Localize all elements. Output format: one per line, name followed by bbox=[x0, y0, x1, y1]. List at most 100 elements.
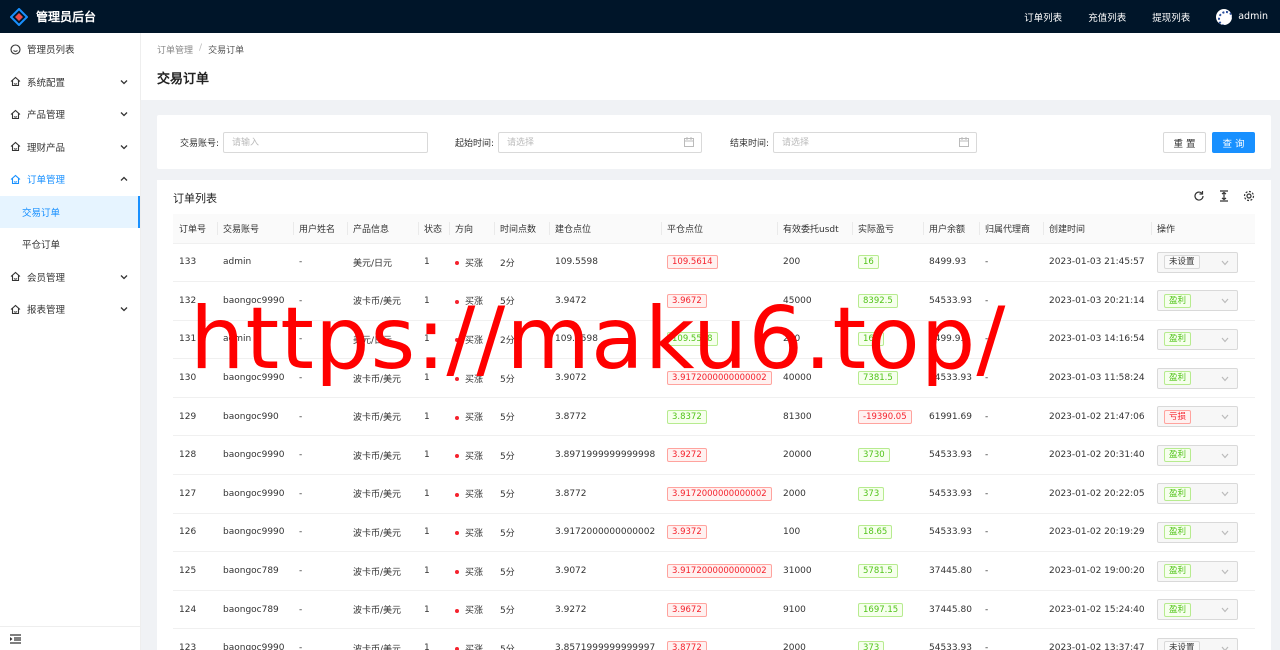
table-row[interactable]: 123 baongoc9990- 波卡币/美元 1 买涨 5分 3.857199999999… bbox=[173, 628, 1255, 650]
home-icon bbox=[10, 76, 21, 87]
sidebar-item-order-management[interactable]: 订单管理 bbox=[0, 163, 140, 196]
reset-button[interactable]: 重 置 bbox=[1163, 132, 1206, 153]
cell-agent: - bbox=[979, 243, 1043, 283]
sidebar-subitem-trade-orders[interactable]: 交易订单 bbox=[0, 195, 140, 228]
cell-close-price: 3.9372 bbox=[661, 513, 777, 553]
cell-direction: 买涨 bbox=[449, 435, 494, 476]
cell-balance: 61991.69 bbox=[923, 397, 979, 437]
end-time-picker[interactable] bbox=[773, 132, 978, 153]
cell-account: baongoc9990 bbox=[217, 358, 293, 398]
operation-select[interactable]: 盈利 bbox=[1157, 290, 1238, 312]
account-input[interactable] bbox=[223, 132, 429, 153]
sidebar-item-report-management[interactable]: 报表管理 bbox=[0, 293, 140, 326]
operation-tag: 亏损 bbox=[1164, 409, 1192, 424]
user-menu[interactable]: admin bbox=[1216, 8, 1268, 25]
start-time-picker[interactable] bbox=[498, 132, 703, 153]
cell-agent: - bbox=[979, 358, 1043, 398]
brand[interactable]: 管理员后台 bbox=[0, 7, 141, 26]
cell-user-name: - bbox=[293, 590, 347, 630]
operation-select[interactable]: 盈利 bbox=[1157, 483, 1238, 505]
chevron-down-icon bbox=[1221, 376, 1229, 382]
direction-text: 买涨 bbox=[465, 335, 484, 346]
operation-select[interactable]: 盈利 bbox=[1157, 367, 1238, 389]
cell-agent: - bbox=[979, 435, 1043, 476]
cell-balance: 54533.93 bbox=[923, 628, 979, 650]
operation-select[interactable]: 未设置 bbox=[1157, 637, 1238, 650]
cell-status: 1 bbox=[418, 243, 449, 283]
cell-pnl: 1697.15 bbox=[852, 590, 923, 630]
cell-amount-usdt: 9100 bbox=[777, 590, 852, 630]
table-row[interactable]: 128 baongoc9990- 波卡币/美元 1 买涨 5分 3.897199999999… bbox=[173, 435, 1255, 476]
cell-amount-usdt: 200 bbox=[777, 243, 852, 283]
close-price-tag: 3.8772 bbox=[667, 641, 707, 650]
cell-product: 波卡币/美元 bbox=[347, 590, 418, 630]
reload-icon[interactable] bbox=[1193, 190, 1205, 202]
column-height-icon[interactable] bbox=[1218, 190, 1230, 202]
end-time-input[interactable] bbox=[773, 132, 978, 153]
cell-agent: - bbox=[979, 281, 1043, 321]
operation-select[interactable]: 盈利 bbox=[1157, 328, 1238, 350]
table-row[interactable]: 130 baongoc9990- 波卡币/美元 1 买涨 5分 3.9072 3.917200… bbox=[173, 358, 1255, 398]
table-row[interactable]: 126 baongoc9990- 波卡币/美元 1 买涨 5分 3.917200000000… bbox=[173, 513, 1255, 553]
table-row[interactable]: 124 baongoc789- 波卡币/美元 1 买涨 5分 3.9272 3.9672 910… bbox=[173, 590, 1255, 630]
cell-user-name: - bbox=[293, 551, 347, 591]
table-row[interactable]: 132 baongoc9990- 波卡币/美元 1 买涨 5分 3.9472 3.9672 45… bbox=[173, 281, 1255, 321]
nav-withdraw-list[interactable]: 提现列表 bbox=[1152, 10, 1190, 24]
cell-account: baongoc9990 bbox=[217, 281, 293, 321]
start-time-input[interactable] bbox=[498, 132, 703, 153]
operation-select[interactable]: 盈利 bbox=[1157, 599, 1238, 621]
cell-amount-usdt: 31000 bbox=[777, 551, 852, 591]
breadcrumb-parent[interactable]: 订单管理 bbox=[157, 43, 193, 56]
sidebar-item-system-config[interactable]: 系统配置 bbox=[0, 66, 140, 99]
table-row[interactable]: 125 baongoc789- 波卡币/美元 1 买涨 5分 3.9072 3.9172000… bbox=[173, 551, 1255, 591]
cell-account: admin bbox=[217, 320, 293, 360]
cell-balance: 54533.93 bbox=[923, 281, 979, 321]
nav-order-list[interactable]: 订单列表 bbox=[1024, 10, 1062, 24]
chevron-down-icon bbox=[1221, 453, 1229, 459]
operation-select[interactable]: 盈利 bbox=[1157, 444, 1238, 466]
column-header: 交易账号 bbox=[217, 214, 293, 244]
operation-select[interactable]: 亏损 bbox=[1157, 406, 1238, 428]
sidebar: 管理员列表 系统配置 产品管理 理财产品 订单管理 交易订单 平仓订单 会员管理 报表管理 bbox=[0, 33, 141, 650]
cell-operation: 未设置 bbox=[1151, 243, 1255, 283]
column-header: 操作 bbox=[1151, 214, 1255, 244]
cell-order-id: 129 bbox=[173, 397, 217, 437]
cell-status: 1 bbox=[418, 320, 449, 360]
setting-icon[interactable] bbox=[1243, 190, 1255, 202]
status-dot bbox=[455, 608, 459, 613]
nav-recharge-list[interactable]: 充值列表 bbox=[1088, 10, 1126, 24]
chevron-down-icon bbox=[1221, 414, 1229, 420]
table-row[interactable]: 131 admin - 美元/日元 1 买涨 2分 109.5598 109.5598 200 16… bbox=[173, 320, 1255, 360]
operation-select[interactable]: 盈利 bbox=[1157, 521, 1238, 543]
column-header: 产品信息 bbox=[347, 214, 418, 244]
cell-direction: 买涨 bbox=[449, 590, 494, 630]
table-row[interactable]: 127 baongoc9990- 波卡币/美元 1 买涨 5分 3.8772 3.917200… bbox=[173, 474, 1255, 514]
sidebar-subitem-closed-orders[interactable]: 平仓订单 bbox=[0, 228, 140, 261]
cell-agent: - bbox=[979, 320, 1043, 360]
table-row[interactable]: 129 baongoc990- 波卡币/美元 1 买涨 5分 3.8772 3.8372 813… bbox=[173, 397, 1255, 437]
cell-close-price: 3.9672 bbox=[661, 590, 777, 630]
sidebar-item-member-management[interactable]: 会员管理 bbox=[0, 261, 140, 294]
cell-user-name: - bbox=[293, 474, 347, 514]
top-header: 管理员后台 订单列表 充值列表 提现列表 admin bbox=[0, 0, 1280, 33]
sidebar-item-wealth-products[interactable]: 理财产品 bbox=[0, 131, 140, 164]
cell-pnl: 373 bbox=[852, 474, 923, 514]
status-dot bbox=[455, 377, 459, 382]
table-row[interactable]: 133 admin - 美元/日元 1 买涨 2分 109.5598 109.5614 200 16… bbox=[173, 243, 1255, 283]
status-dot bbox=[455, 415, 459, 420]
operation-select[interactable]: 盈利 bbox=[1157, 560, 1238, 582]
chevron-down-icon bbox=[120, 112, 128, 117]
cell-operation: 盈利 bbox=[1151, 551, 1255, 591]
cell-account: baongoc9990 bbox=[217, 513, 293, 553]
sidebar-item-admin-list[interactable]: 管理员列表 bbox=[0, 33, 140, 66]
query-button[interactable]: 查 询 bbox=[1212, 132, 1255, 153]
sidebar-collapse-toggle[interactable] bbox=[0, 626, 140, 650]
column-header: 方向 bbox=[449, 214, 494, 244]
direction-text: 买涨 bbox=[465, 528, 484, 539]
close-price-tag: 109.5598 bbox=[667, 332, 718, 347]
table-toolbar bbox=[1180, 190, 1255, 202]
start-time-field: 起始时间: bbox=[455, 132, 703, 153]
sidebar-item-product-management[interactable]: 产品管理 bbox=[0, 98, 140, 131]
operation-select[interactable]: 未设置 bbox=[1157, 251, 1238, 273]
cell-operation: 盈利 bbox=[1151, 320, 1255, 360]
